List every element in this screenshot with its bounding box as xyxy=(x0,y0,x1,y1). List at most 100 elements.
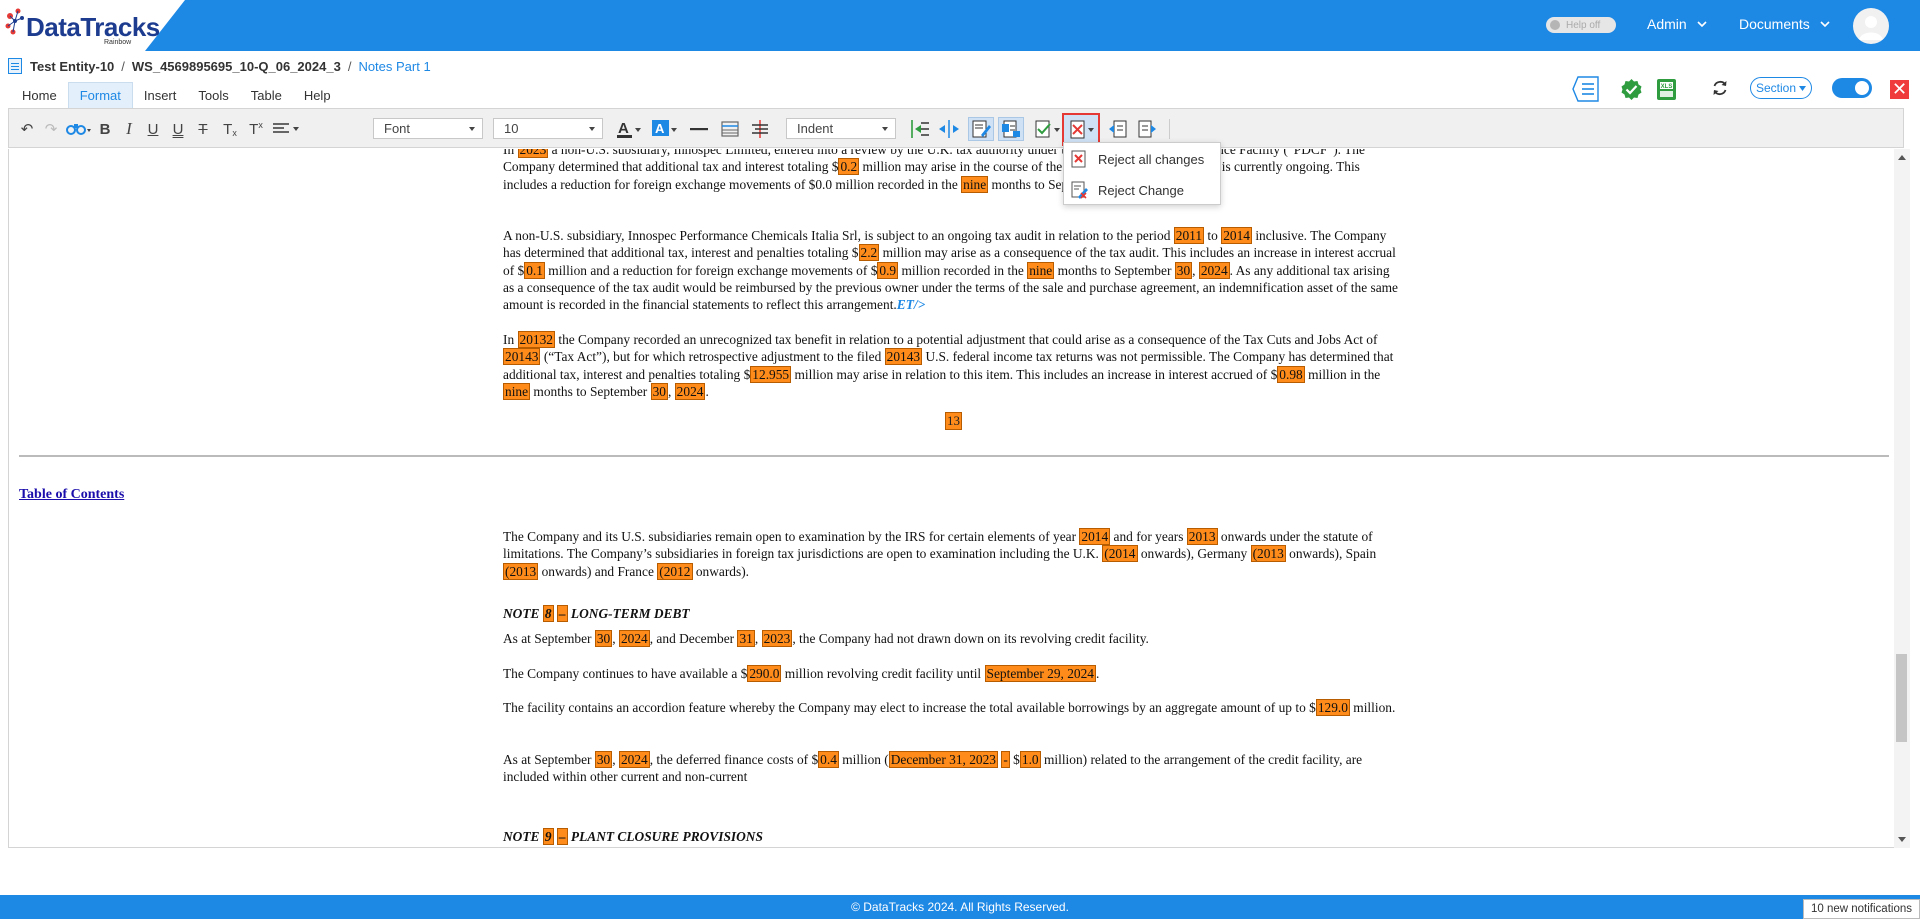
tagged-value[interactable]: 2011 xyxy=(1173,227,1205,244)
menu-item-reject-change[interactable]: Reject Change xyxy=(1064,176,1222,204)
tagged-value[interactable]: 2014 xyxy=(1079,528,1111,545)
tagged-value[interactable]: 31 xyxy=(737,630,755,647)
scroll-down-icon[interactable] xyxy=(1898,837,1906,842)
find-replace-icon[interactable] xyxy=(65,119,93,139)
tagged-value[interactable]: 290.0 xyxy=(747,665,782,682)
tagged-value[interactable]: 30 xyxy=(594,630,613,647)
tab-table[interactable]: Table xyxy=(240,82,293,108)
document-scrollbar[interactable] xyxy=(1894,149,1910,848)
show-changes-icon[interactable] xyxy=(998,117,1024,141)
paragraph-deferred-costs[interactable]: As at September 30, 2024, the deferred f… xyxy=(503,751,1403,786)
undo-icon[interactable]: ↶ xyxy=(17,119,37,139)
tagged-value[interactable]: (2014 xyxy=(1102,545,1138,563)
tab-insert[interactable]: Insert xyxy=(133,82,188,108)
tagged-value[interactable]: - xyxy=(1001,751,1010,768)
xls-export-icon[interactable]: XLS xyxy=(1656,78,1677,101)
tagged-value[interactable]: 0.98 xyxy=(1277,365,1305,383)
font-color-icon[interactable]: A xyxy=(615,119,643,139)
tab-home[interactable]: Home xyxy=(11,82,68,108)
double-underline-icon[interactable]: U xyxy=(169,119,187,139)
tagged-value[interactable]: 30 xyxy=(650,382,668,400)
tagged-value[interactable]: 12.955 xyxy=(750,365,792,383)
redo-icon[interactable]: ↷ xyxy=(41,119,61,139)
highlight-color-icon[interactable]: A xyxy=(651,119,679,139)
next-change-icon[interactable] xyxy=(1136,119,1158,139)
tagged-value[interactable]: 30 xyxy=(1174,261,1193,279)
previous-change-icon[interactable] xyxy=(1107,119,1129,139)
tagged-value[interactable]: 2023 xyxy=(761,630,793,647)
tab-tools[interactable]: Tools xyxy=(187,82,239,108)
tagged-value[interactable]: 2024 xyxy=(618,630,650,647)
admin-menu[interactable]: Admin xyxy=(1647,16,1707,32)
document-editor[interactable]: In 2023 a non-U.S. subsidiary, Innospec … xyxy=(8,149,1904,848)
accept-changes-icon[interactable] xyxy=(1033,119,1061,139)
tagged-value[interactable]: 2024 xyxy=(618,751,650,768)
tab-format[interactable]: Format xyxy=(67,82,133,108)
tagged-value[interactable]: 20143 xyxy=(503,348,541,366)
tagged-value[interactable]: (2013 xyxy=(503,562,539,580)
font-size-select[interactable]: 10 xyxy=(493,118,603,139)
superscript-icon[interactable]: Tx xyxy=(245,119,267,139)
paragraph-pdcf[interactable]: In 2023 a non-U.S. subsidiary, Innospec … xyxy=(503,149,1403,193)
split-cell-icon[interactable] xyxy=(749,119,771,139)
tagged-value[interactable]: 2014 xyxy=(1221,227,1252,244)
tagged-value[interactable]: – xyxy=(556,605,568,622)
tagged-value[interactable]: 2024 xyxy=(674,382,706,400)
table-of-contents-link[interactable]: Table of Contents xyxy=(19,487,124,503)
tagged-value[interactable]: 2.2 xyxy=(858,244,880,262)
tagged-value[interactable]: 0.1 xyxy=(524,261,545,279)
tagged-value[interactable]: (2012 xyxy=(657,562,693,580)
strikethrough-icon[interactable]: T xyxy=(194,119,212,139)
table-icon[interactable] xyxy=(720,119,740,139)
tagged-value[interactable]: 20143 xyxy=(884,348,923,366)
breadcrumb-section[interactable]: Notes Part 1 xyxy=(358,59,430,74)
horizontal-rule-icon[interactable] xyxy=(689,119,709,139)
tagged-value[interactable]: 0.2 xyxy=(838,158,860,176)
breadcrumb-workspace[interactable]: WS_4569895695_10-Q_06_2024_3 xyxy=(132,59,341,74)
tagged-value[interactable]: 30 xyxy=(594,751,613,768)
track-changes-icon[interactable] xyxy=(968,117,994,141)
tagged-value[interactable]: 2023 xyxy=(517,149,549,158)
underline-icon[interactable]: U xyxy=(144,119,162,139)
logo[interactable]: DataTracks Rainbow xyxy=(0,0,185,51)
tagged-value[interactable]: 1.0 xyxy=(1019,751,1041,768)
paragraph-revolving-credit[interactable]: As at September 30, 2024, and December 3… xyxy=(503,630,1403,647)
close-icon[interactable]: ✕ xyxy=(1890,80,1909,99)
tagged-value[interactable]: December 31, 2023 xyxy=(888,751,998,768)
tagged-value[interactable]: 8 xyxy=(542,605,554,622)
indent-increase-icon[interactable] xyxy=(908,119,930,139)
menu-item-reject-all[interactable]: Reject all changes xyxy=(1064,145,1222,173)
paragraph-irs-examination[interactable]: The Company and its U.S. subsidiaries re… xyxy=(503,528,1403,580)
documents-menu[interactable]: Documents xyxy=(1739,16,1830,32)
tagged-value[interactable]: 0.4 xyxy=(818,751,839,768)
font-select[interactable]: Font xyxy=(373,118,483,139)
tagged-value[interactable]: September 29, 2024 xyxy=(984,665,1096,682)
tagged-value[interactable]: 20132 xyxy=(517,331,555,348)
bold-icon[interactable]: B xyxy=(96,119,114,139)
validate-check-icon[interactable] xyxy=(1620,78,1643,101)
help-toggle[interactable]: Help off xyxy=(1546,17,1616,33)
tagged-value[interactable]: nine xyxy=(1027,261,1055,279)
column-split-icon[interactable] xyxy=(937,119,961,139)
breadcrumb-entity[interactable]: Test Entity-10 xyxy=(30,59,114,74)
paragraph-accordion[interactable]: The facility contains an accordion featu… xyxy=(503,699,1403,716)
tagged-value[interactable]: 9 xyxy=(542,828,554,845)
notifications-badge[interactable]: 10 new notifications xyxy=(1803,899,1920,919)
subscript-icon[interactable]: Tx xyxy=(219,119,241,139)
paragraph-tax-act[interactable]: In 20132 the Company recorded an unrecog… xyxy=(503,331,1403,400)
paragraph-italia-audit[interactable]: A non-U.S. subsidiary, Innospec Performa… xyxy=(503,227,1403,313)
scroll-thumb[interactable] xyxy=(1896,654,1907,742)
avatar[interactable] xyxy=(1853,8,1889,44)
tagged-value[interactable]: (2013 xyxy=(1250,545,1286,563)
tab-help[interactable]: Help xyxy=(293,82,342,108)
tagged-value[interactable]: – xyxy=(556,828,568,845)
view-toggle[interactable] xyxy=(1832,78,1872,98)
tagged-value[interactable]: 2024 xyxy=(1198,261,1230,279)
refresh-icon[interactable] xyxy=(1711,79,1729,97)
section-dropdown[interactable]: Section xyxy=(1750,77,1812,99)
outline-panel-icon[interactable] xyxy=(1572,76,1600,102)
tagged-value[interactable]: 129.0 xyxy=(1315,699,1350,716)
paragraph-credit-facility[interactable]: The Company continues to have available … xyxy=(503,665,1403,682)
tagged-value[interactable]: 0.9 xyxy=(877,261,899,279)
align-icon[interactable] xyxy=(271,119,301,139)
